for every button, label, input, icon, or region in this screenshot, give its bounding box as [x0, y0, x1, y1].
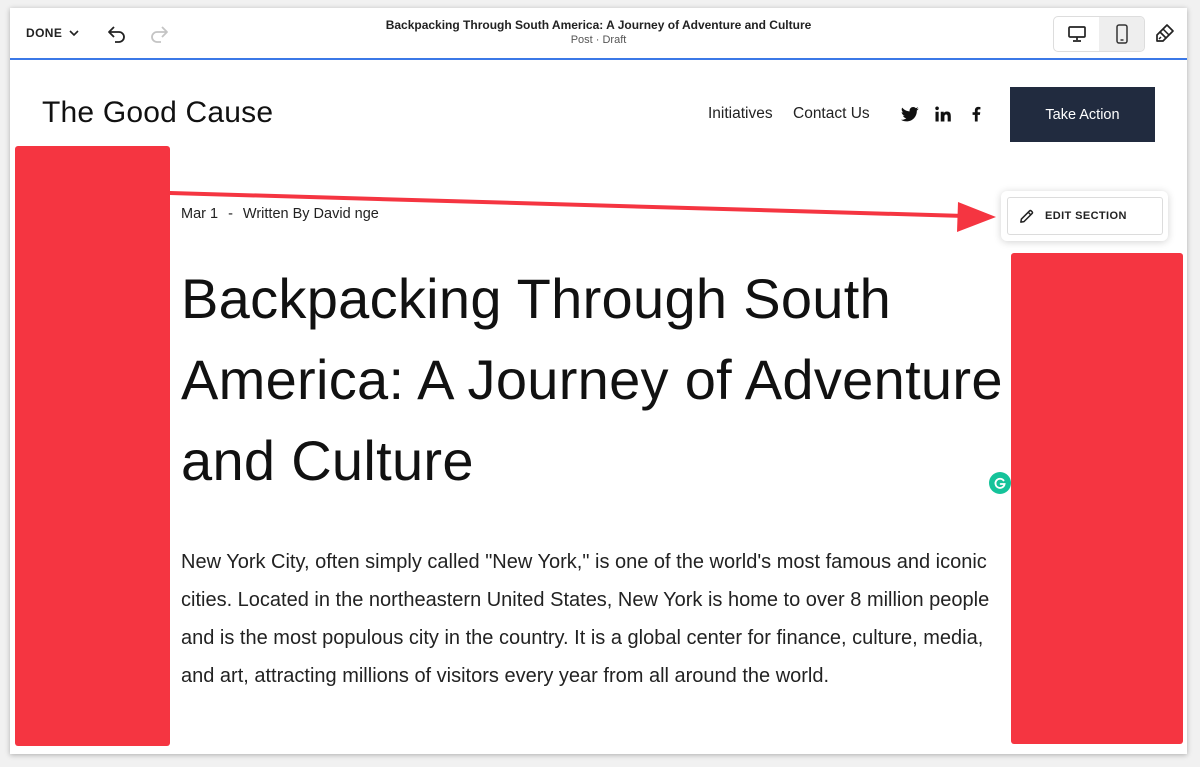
- post-title[interactable]: Backpacking Through South America: A Jou…: [181, 258, 1021, 501]
- edit-section-label: EDIT SECTION: [1045, 210, 1127, 222]
- editor-window: DONE Backpacking Through South America: …: [10, 8, 1187, 754]
- redaction-block-left: [15, 146, 170, 746]
- nav-link-contact-us[interactable]: Contact Us: [793, 105, 870, 123]
- editor-toolbar: DONE Backpacking Through South America: …: [10, 8, 1187, 60]
- post-author: Written By David nge: [242, 206, 379, 222]
- facebook-icon[interactable]: [967, 105, 985, 123]
- meta-separator: -: [228, 206, 233, 222]
- linkedin-icon[interactable]: [934, 105, 952, 123]
- grammarly-icon[interactable]: [989, 472, 1011, 494]
- post-body-paragraph[interactable]: New York City, often simply called "New …: [181, 543, 1013, 695]
- edit-section-button[interactable]: EDIT SECTION: [1007, 197, 1163, 235]
- nav-link-initiatives[interactable]: Initiatives: [708, 105, 773, 123]
- mobile-view-button[interactable]: [1099, 17, 1144, 51]
- document-title: Backpacking Through South America: A Jou…: [385, 18, 812, 32]
- post-date: Mar 1: [181, 206, 219, 222]
- twitter-icon[interactable]: [901, 105, 919, 123]
- redaction-block-right: [1011, 253, 1183, 744]
- take-action-button[interactable]: Take Action: [1010, 87, 1155, 142]
- desktop-icon: [1067, 26, 1086, 42]
- post-meta: Mar 1- Written By David nge: [181, 206, 379, 222]
- mobile-phone-icon: [1115, 24, 1128, 44]
- paintbrush-icon: [1156, 24, 1174, 42]
- desktop-view-button[interactable]: [1054, 17, 1099, 51]
- edit-section-popover: EDIT SECTION: [1001, 191, 1168, 241]
- device-view-toggle: [1053, 16, 1145, 52]
- document-status: Post · Draft: [570, 34, 627, 46]
- grammarly-g-icon: [994, 477, 1006, 489]
- site-title[interactable]: The Good Cause: [42, 96, 273, 130]
- pencil-icon: [1020, 209, 1034, 223]
- site-styles-button[interactable]: [1153, 21, 1177, 45]
